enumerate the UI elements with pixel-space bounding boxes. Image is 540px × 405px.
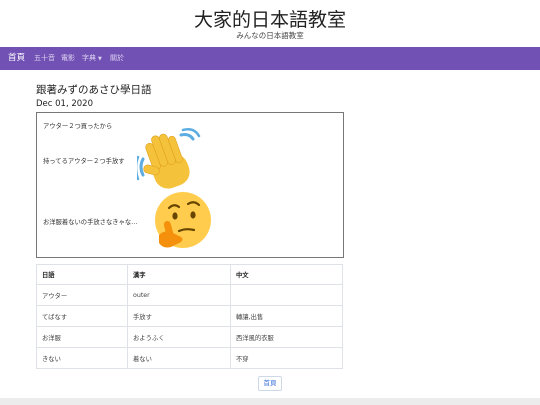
post-title: 跟著みずのあさひ學日語 [36, 84, 152, 96]
site-subtitle: みんなの日本語教室 [236, 31, 304, 40]
post-line-1: アウター２つ買ったから [43, 123, 113, 130]
table-cell: お洋服 [36, 326, 128, 348]
table-cell: アウター [36, 284, 128, 306]
table-cell [230, 284, 343, 306]
table-header-japanese: 日語 [36, 264, 128, 285]
thinking-face-icon [155, 192, 211, 248]
nav-item-dictionary[interactable]: 字典 ▼ [82, 47, 102, 70]
table-header-kanji: 漢字 [127, 264, 231, 285]
table-cell: outer [127, 284, 231, 306]
nav-item-dictionary-label: 字典 [82, 54, 96, 62]
post-date: Dec 01, 2020 [36, 99, 94, 109]
home-button[interactable]: 首頁 [258, 376, 282, 391]
table-cell: 轉讓,出售 [230, 305, 343, 327]
table-header-row: 日語 漢字 中文 [36, 264, 343, 285]
vocab-table: 日語 漢字 中文 アウター outer てばなす 手放す 轉讓,出售 お洋服 お… [36, 264, 343, 369]
table-cell: 着ない [127, 347, 231, 369]
table-row: アウター outer [36, 284, 343, 306]
waving-hand-icon [137, 128, 201, 189]
table-cell: おようふく [127, 326, 231, 348]
nav-item-gojuon[interactable]: 五十音 [34, 47, 55, 70]
footer-bar [0, 398, 540, 405]
nav-item-about[interactable]: 關於 [110, 47, 124, 70]
table-cell: きない [36, 347, 128, 369]
table-row: てばなす 手放す 轉讓,出售 [36, 305, 343, 327]
table-header-chinese: 中文 [230, 264, 343, 285]
navbar: 首頁 五十音 電影 字典 ▼ 關於 [0, 47, 540, 70]
table-cell: 不穿 [230, 347, 343, 369]
table-row: お洋服 おようふく 西洋風的衣服 [36, 326, 343, 348]
table-cell: 西洋風的衣服 [230, 326, 343, 348]
table-cell: 手放す [127, 305, 231, 327]
post-image: アウター２つ買ったから 持ってるアウター２つ手放す お洋服着ないの手放さなきゃな… [36, 112, 344, 258]
nav-item-movies[interactable]: 電影 [61, 47, 75, 70]
post-line-3: お洋服着ないの手放さなきゃな… [43, 219, 138, 226]
nav-brand-home[interactable]: 首頁 [8, 47, 25, 70]
chevron-down-icon: ▼ [98, 56, 102, 62]
site-header: 大家的日本語教室 みんなの日本語教室 [0, 0, 540, 47]
table-row: きない 着ない 不穿 [36, 347, 343, 369]
post-line-2: 持ってるアウター２つ手放す [43, 158, 125, 165]
table-cell: てばなす [36, 305, 128, 327]
site-title[interactable]: 大家的日本語教室 [0, 5, 540, 32]
